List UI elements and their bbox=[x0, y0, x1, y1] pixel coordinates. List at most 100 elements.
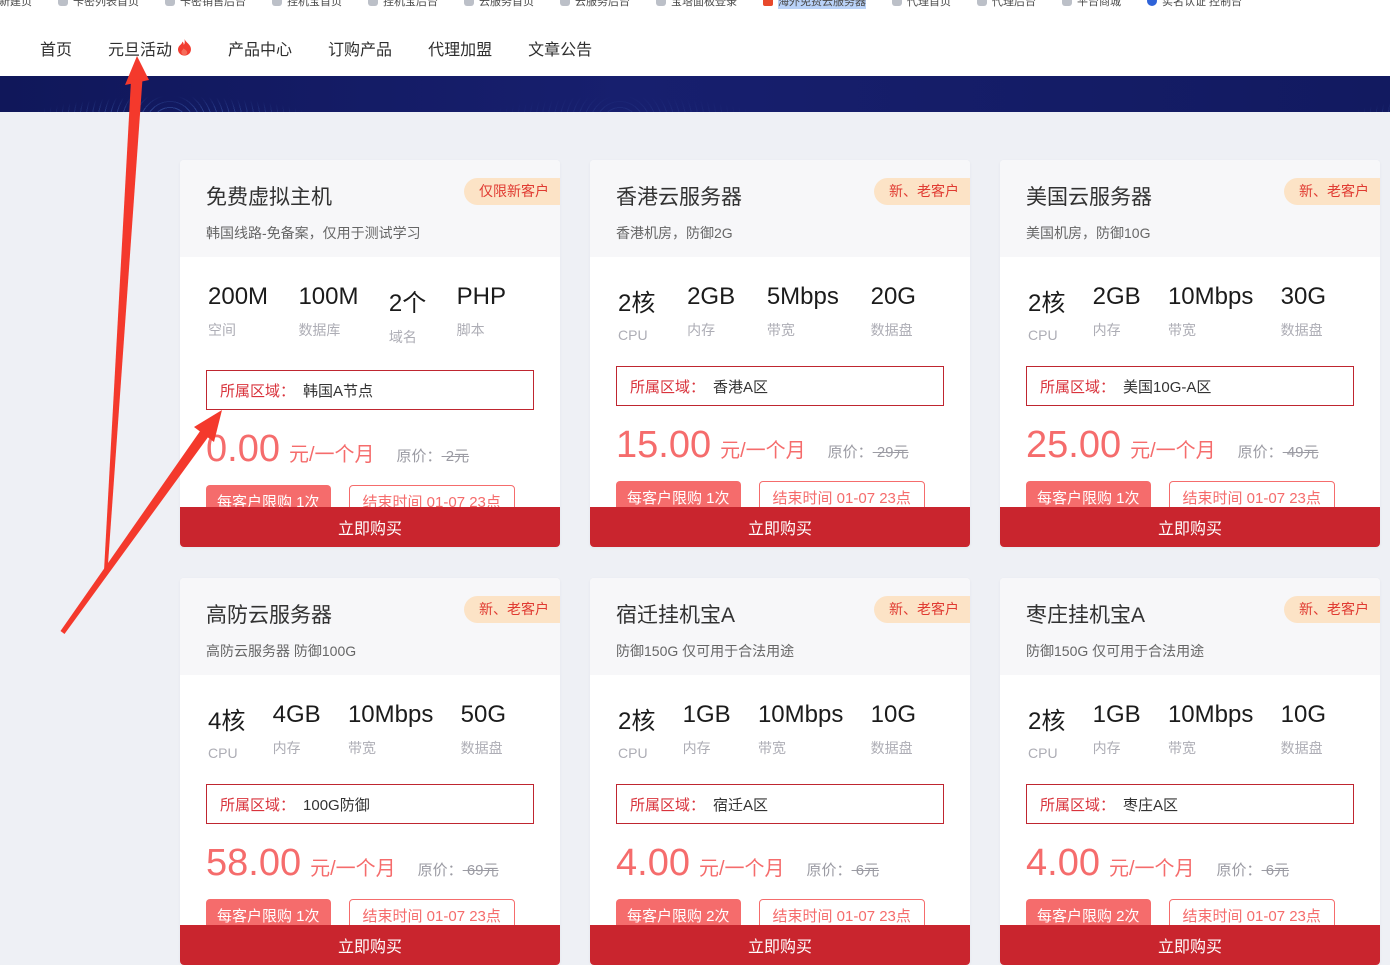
bookmark-item[interactable]: 新建页 bbox=[0, 0, 32, 9]
nav-item-order-product[interactable]: 订购产品 bbox=[328, 36, 392, 60]
bookmark-item[interactable]: 实名认证 控制台 bbox=[1147, 0, 1242, 9]
spec-label: CPU bbox=[208, 745, 245, 761]
buy-now-button[interactable]: 立即购买 bbox=[590, 925, 970, 965]
price-row: 58.00 元/一个月 原价： 69元 bbox=[206, 842, 534, 885]
original-price: 原价： 6元 bbox=[807, 859, 880, 880]
buy-now-button[interactable]: 立即购买 bbox=[1000, 925, 1380, 965]
bookmark-label: 挂机宝首页 bbox=[287, 0, 342, 9]
spec-value: 4核 bbox=[208, 701, 245, 736]
customer-eligibility-badge: 仅限新客户 bbox=[464, 178, 560, 205]
buy-now-button[interactable]: 立即购买 bbox=[590, 507, 970, 547]
bookmark-item[interactable]: 卡密销售后台 bbox=[165, 0, 246, 9]
spec-value: 10G bbox=[871, 701, 916, 729]
card-header: 香港云服务器 香港机房，防御2G 新、老客户 bbox=[590, 160, 970, 257]
bookmark-item[interactable]: 平台商城 bbox=[1062, 0, 1121, 9]
customer-eligibility-badge: 新、老客户 bbox=[874, 178, 970, 205]
flame-icon bbox=[177, 39, 192, 56]
original-price: 原价： 69元 bbox=[418, 859, 499, 880]
buy-now-button[interactable]: 立即购买 bbox=[1000, 507, 1380, 547]
region-value: 枣庄A区 bbox=[1123, 794, 1178, 815]
buy-now-button[interactable]: 立即购买 bbox=[180, 507, 560, 547]
spec-value: 10G bbox=[1281, 701, 1326, 729]
region-selector[interactable]: 所属区域： 香港A区 bbox=[616, 366, 944, 406]
customer-eligibility-badge: 新、老客户 bbox=[874, 596, 970, 623]
spec-value: 100M bbox=[298, 283, 358, 311]
customer-eligibility-badge: 新、老客户 bbox=[1284, 596, 1380, 623]
spec-row: 2核 CPU 1GB 内存 10Mbps 带宽 10G 数据盘 bbox=[616, 675, 944, 761]
wave-rings-decoration bbox=[1330, 76, 1390, 112]
spec-value: 10Mbps bbox=[1168, 283, 1253, 311]
spec-item: 10Mbps 带宽 bbox=[1168, 701, 1253, 761]
bookmark-item[interactable]: 海外免费云服务器 bbox=[763, 0, 866, 9]
price-row: 4.00 元/一个月 原价： 6元 bbox=[1026, 842, 1354, 885]
original-price-value: 69元 bbox=[463, 862, 499, 879]
region-selector[interactable]: 所属区域： 韩国A节点 bbox=[206, 370, 534, 410]
nav-item-home[interactable]: 首页 bbox=[40, 36, 72, 60]
spec-row: 2核 CPU 1GB 内存 10Mbps 带宽 10G 数据盘 bbox=[1026, 675, 1354, 761]
spec-item: 2个 域名 bbox=[389, 283, 426, 347]
spec-label: CPU bbox=[618, 745, 655, 761]
product-subtitle: 高防云服务器 防御100G bbox=[206, 641, 534, 661]
customer-eligibility-badge: 新、老客户 bbox=[1284, 178, 1380, 205]
buy-now-button[interactable]: 立即购买 bbox=[180, 925, 560, 965]
region-selector[interactable]: 所属区域： 枣庄A区 bbox=[1026, 784, 1354, 824]
spec-item: 2核 CPU bbox=[618, 283, 655, 343]
product-subtitle: 韩国线路-免备案，仅用于测试学习 bbox=[206, 223, 534, 243]
globe-favicon-icon bbox=[165, 0, 175, 6]
card-header: 美国云服务器 美国机房，防御10G 新、老客户 bbox=[1000, 160, 1380, 257]
hero-banner-strip bbox=[0, 76, 1390, 112]
bookmark-item[interactable]: 挂机宝后台 bbox=[368, 0, 438, 9]
original-price: 原价： 29元 bbox=[828, 441, 909, 462]
price-row: 15.00 元/一个月 原价： 29元 bbox=[616, 424, 944, 467]
price-amount: 4.00 bbox=[1026, 842, 1100, 885]
spec-value: 30G bbox=[1281, 283, 1326, 311]
bookmark-item[interactable]: 挂机宝首页 bbox=[272, 0, 342, 9]
browser-bookmarks-bar: 新建页 卡密列表首页 卡密销售后台 挂机宝首页 挂机宝后台 云服务首页 云服务后台 宝塔面板登… bbox=[0, 0, 1390, 20]
bookmark-label: 卡密列表首页 bbox=[73, 0, 139, 9]
bookmark-label: 挂机宝后台 bbox=[383, 0, 438, 9]
region-selector[interactable]: 所属区域： 100G防御 bbox=[206, 784, 534, 824]
nav-label: 代理加盟 bbox=[428, 36, 492, 60]
spec-label: 带宽 bbox=[758, 738, 843, 758]
spec-item: 10Mbps 带宽 bbox=[1168, 283, 1253, 343]
bookmark-item[interactable]: 代理后台 bbox=[977, 0, 1036, 9]
region-label: 所属区域： bbox=[630, 794, 705, 815]
product-subtitle: 美国机房，防御10G bbox=[1026, 223, 1354, 243]
spec-item: 2GB 内存 bbox=[687, 283, 735, 343]
nav-item-product-center[interactable]: 产品中心 bbox=[228, 36, 292, 60]
bookmark-label: 卡密销售后台 bbox=[180, 0, 246, 9]
spec-item: 100M 数据库 bbox=[298, 283, 358, 347]
nav-label: 首页 bbox=[40, 36, 72, 60]
bookmark-item[interactable]: 云服务首页 bbox=[464, 0, 534, 9]
region-selector[interactable]: 所属区域： 宿迁A区 bbox=[616, 784, 944, 824]
nav-item-newyear-promo[interactable]: 元旦活动 bbox=[108, 36, 192, 60]
spec-label: 数据盘 bbox=[871, 320, 916, 340]
spec-item: 10G 数据盘 bbox=[1281, 701, 1326, 761]
region-value: 宿迁A区 bbox=[713, 794, 768, 815]
product-card: 高防云服务器 高防云服务器 防御100G 新、老客户 4核 CPU 4GB 内存… bbox=[180, 578, 560, 965]
nav-label: 文章公告 bbox=[528, 36, 592, 60]
bookmark-item[interactable]: 宝塔面板登录 bbox=[656, 0, 737, 9]
nav-label: 订购产品 bbox=[328, 36, 392, 60]
price-row: 0.00 元/一个月 原价： 2元 bbox=[206, 428, 534, 471]
region-label: 所属区域： bbox=[1040, 794, 1115, 815]
spec-value: 2核 bbox=[618, 701, 655, 736]
bookmark-item[interactable]: 云服务后台 bbox=[560, 0, 630, 9]
card-body: 2核 CPU 2GB 内存 5Mbps 带宽 20G 数据盘 所属区域： bbox=[590, 257, 970, 514]
spec-label: 带宽 bbox=[1168, 738, 1253, 758]
nav-item-announcements[interactable]: 文章公告 bbox=[528, 36, 592, 60]
region-value: 韩国A节点 bbox=[303, 380, 373, 401]
bookmark-item[interactable]: 卡密列表首页 bbox=[58, 0, 139, 9]
globe-favicon-icon bbox=[892, 0, 902, 6]
bookmark-label: 宝塔面板登录 bbox=[671, 0, 737, 9]
bookmark-item[interactable]: 代理首页 bbox=[892, 0, 951, 9]
region-label: 所属区域： bbox=[630, 376, 705, 397]
card-body: 2核 CPU 2GB 内存 10Mbps 带宽 30G 数据盘 所属区域： bbox=[1000, 257, 1380, 514]
original-price-label: 原价： bbox=[1217, 862, 1262, 879]
nav-item-agent-join[interactable]: 代理加盟 bbox=[428, 36, 492, 60]
spec-label: 内存 bbox=[273, 738, 321, 758]
spec-label: CPU bbox=[1028, 327, 1065, 343]
region-selector[interactable]: 所属区域： 美国10G-A区 bbox=[1026, 366, 1354, 406]
original-price-label: 原价： bbox=[807, 862, 852, 879]
region-label: 所属区域： bbox=[220, 380, 295, 401]
